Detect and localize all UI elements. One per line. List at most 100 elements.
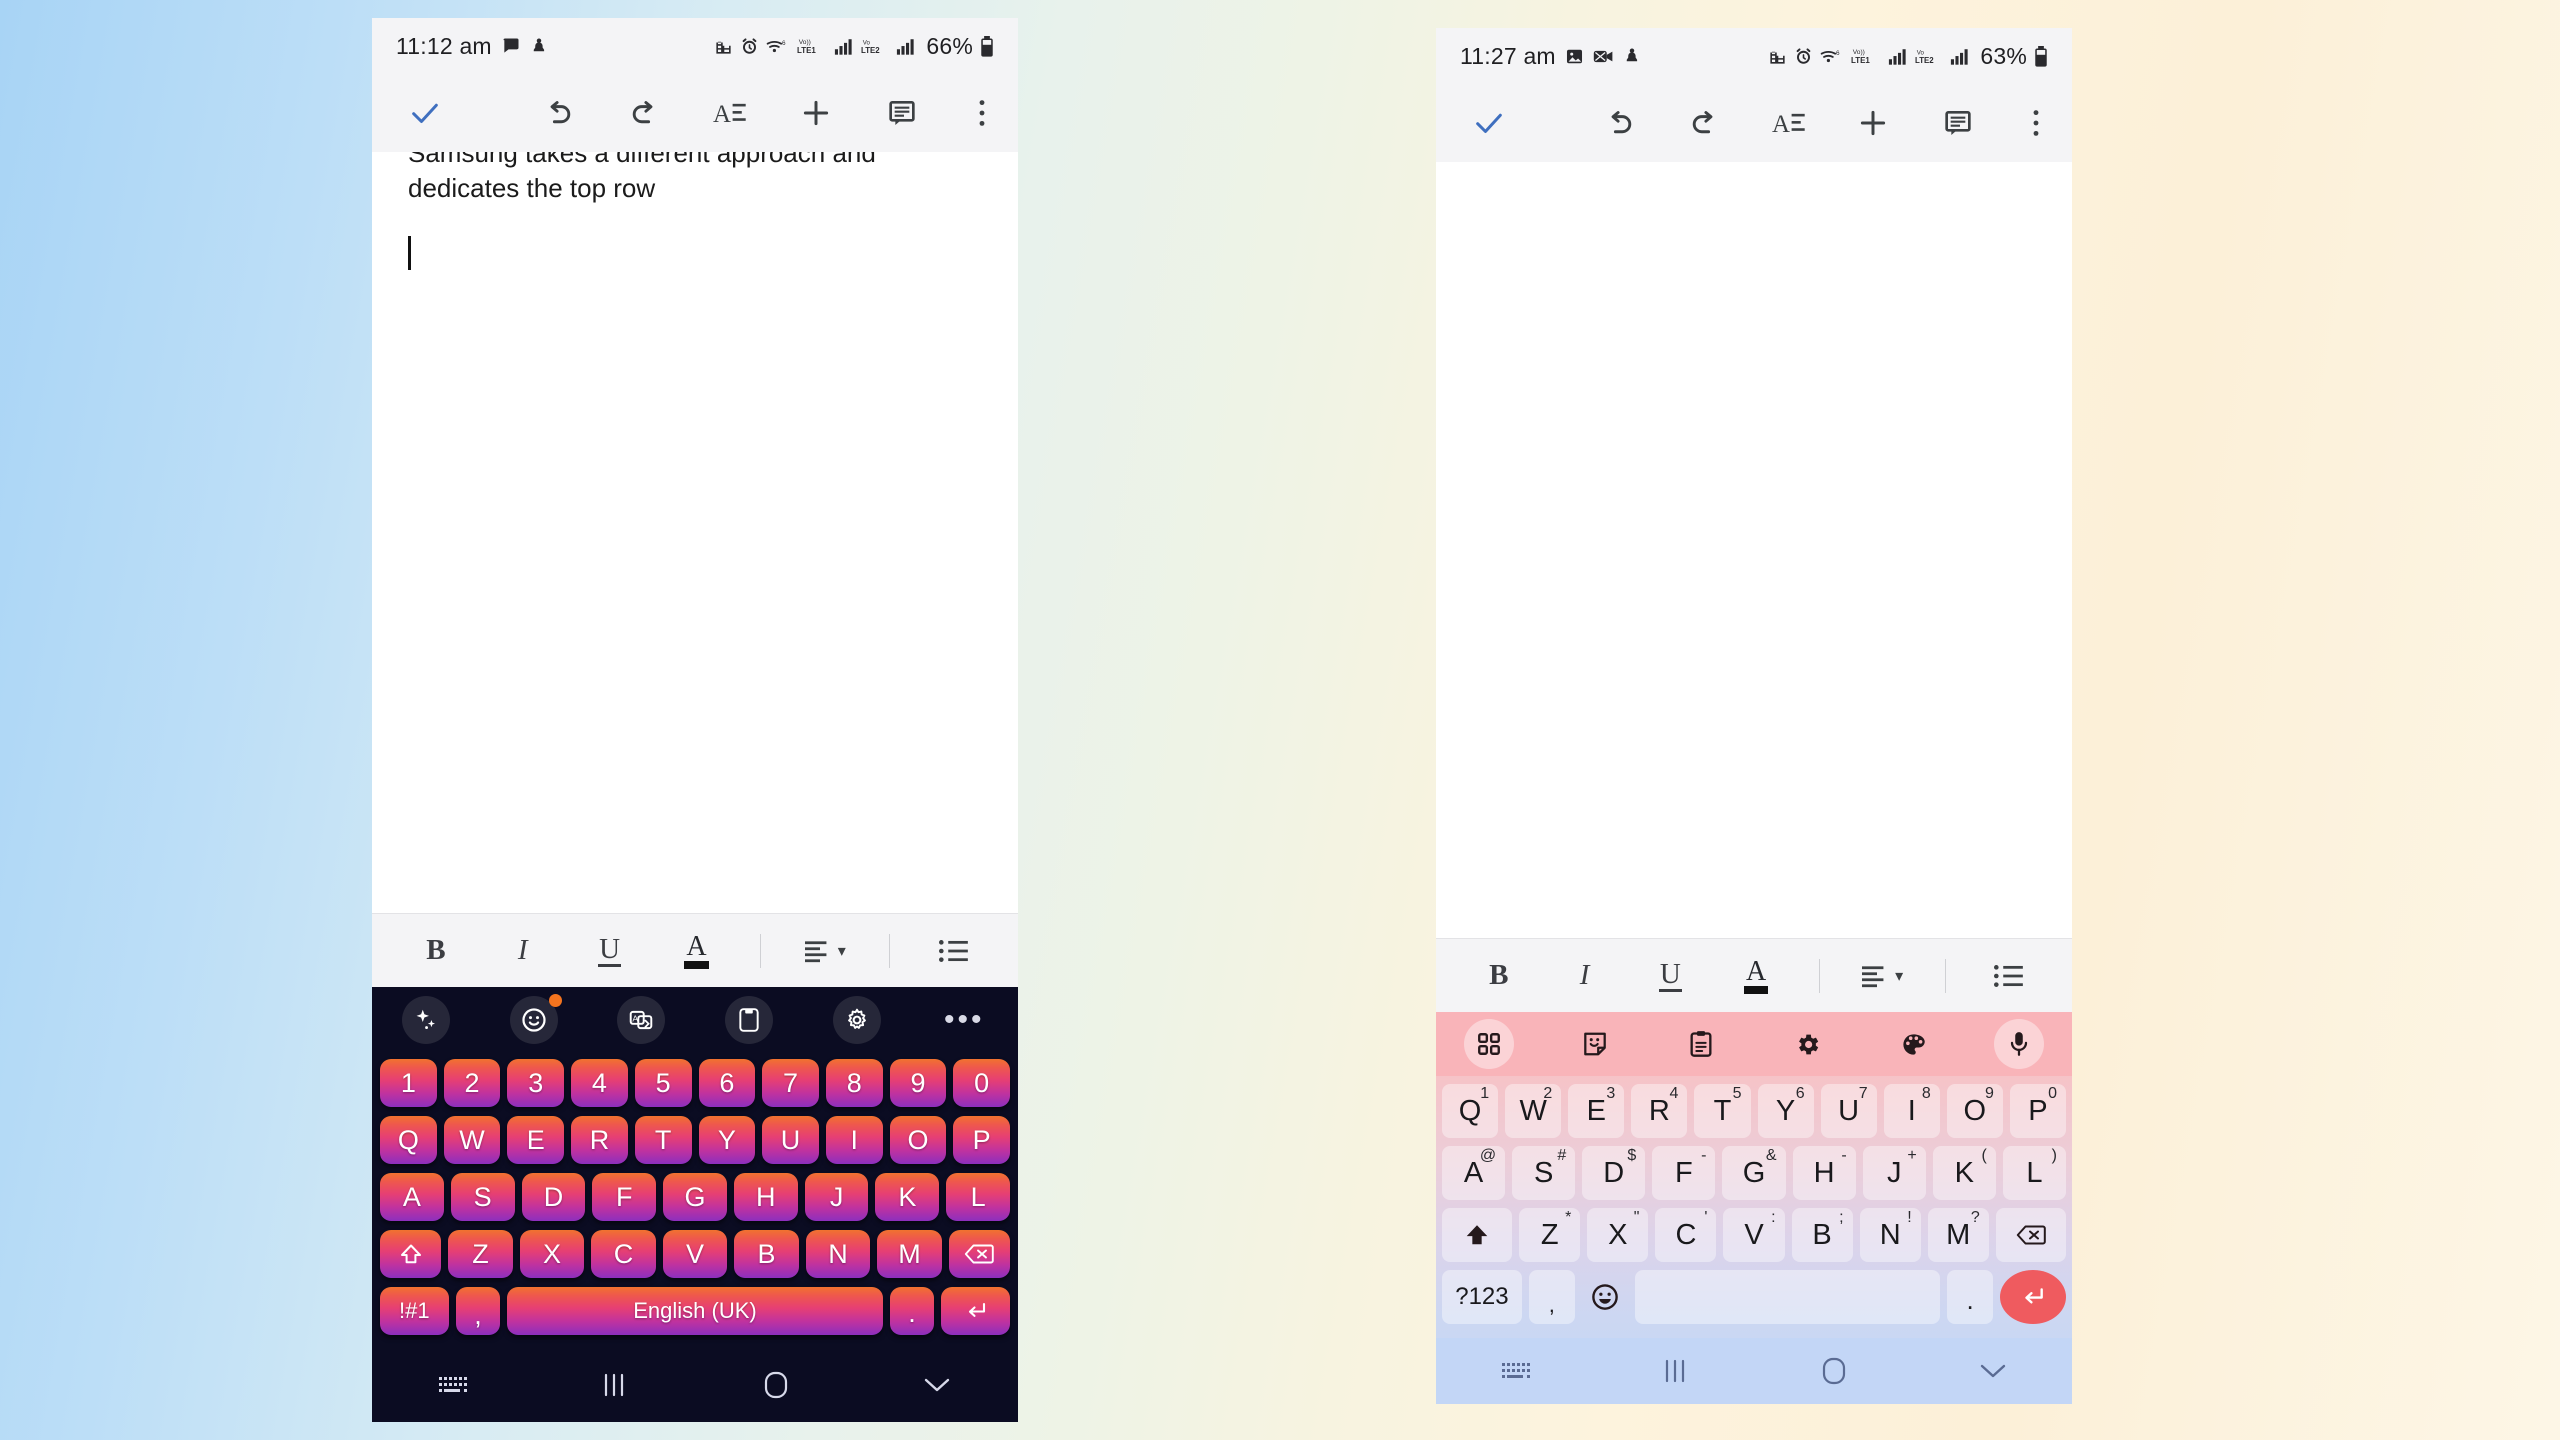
key-R[interactable]: R4 [1631, 1084, 1688, 1138]
settings-gear-icon[interactable] [1754, 1012, 1860, 1076]
space-key[interactable]: English (UK) [507, 1287, 883, 1335]
key-U[interactable]: U [762, 1116, 819, 1164]
palette-icon[interactable] [1860, 1012, 1966, 1076]
key-F[interactable]: F [592, 1173, 657, 1221]
undo-button[interactable] [515, 74, 601, 152]
shift-key[interactable] [1442, 1208, 1513, 1262]
key-4[interactable]: 4 [571, 1059, 628, 1107]
emoji-icon[interactable] [480, 987, 588, 1053]
backspace-key[interactable] [948, 1230, 1011, 1278]
collapse-chevron-icon[interactable] [857, 1348, 1019, 1422]
key-K[interactable]: K( [1932, 1146, 1996, 1200]
key-0[interactable]: 0 [953, 1059, 1011, 1107]
emoji-key[interactable] [1582, 1270, 1628, 1324]
insert-button[interactable] [1831, 84, 1916, 162]
redo-button[interactable] [1662, 84, 1747, 162]
key-J[interactable]: J + [1862, 1146, 1926, 1200]
bulleted-list-button[interactable] [931, 914, 977, 987]
period-key[interactable]: . [1947, 1270, 1994, 1324]
key-2[interactable]: 2 [443, 1059, 501, 1107]
key-N[interactable]: N! [1859, 1208, 1921, 1262]
document-body[interactable]: Samsung takes a different approach and d… [372, 152, 1018, 913]
key-B[interactable]: B [734, 1230, 799, 1278]
key-3[interactable]: 3 [507, 1059, 565, 1107]
space-key[interactable] [1634, 1270, 1941, 1324]
key-Q[interactable]: Q1 [1442, 1084, 1499, 1138]
key-V[interactable]: V [662, 1230, 728, 1278]
key-7[interactable]: 7 [762, 1059, 819, 1107]
key-G[interactable]: G & [1722, 1146, 1786, 1200]
keyboard-hide-icon[interactable] [1436, 1338, 1595, 1404]
key-U[interactable]: U7 [1820, 1084, 1877, 1138]
key-D[interactable]: D [521, 1173, 586, 1221]
done-check-button[interactable] [372, 74, 515, 152]
comment-button[interactable] [859, 74, 945, 152]
key-L[interactable]: L [946, 1173, 1011, 1221]
keyboard-hide-icon[interactable] [372, 1348, 534, 1422]
symbols-key[interactable]: ?123 [1442, 1270, 1522, 1324]
format-button[interactable]: A [1747, 84, 1832, 162]
key-C[interactable]: C ' [1655, 1208, 1717, 1262]
align-button[interactable]: ▾ [802, 914, 848, 987]
key-I[interactable]: I [825, 1116, 883, 1164]
comma-key[interactable]: , [1528, 1270, 1575, 1324]
overflow-menu-button[interactable] [2000, 84, 2072, 162]
grid-apps-icon[interactable] [1436, 1012, 1542, 1076]
bold-button[interactable]: B [413, 914, 459, 987]
recents-icon[interactable] [534, 1348, 696, 1422]
key-S[interactable]: S # [1512, 1146, 1576, 1200]
key-C[interactable]: C [591, 1230, 656, 1278]
italic-button[interactable]: I [1562, 939, 1608, 1012]
align-button[interactable]: ▾ [1860, 939, 1906, 1012]
key-K[interactable]: K [875, 1173, 940, 1221]
key-R[interactable]: R [571, 1116, 628, 1164]
recents-icon[interactable] [1595, 1338, 1754, 1404]
collapse-chevron-icon[interactable] [1913, 1338, 2072, 1404]
redo-button[interactable] [601, 74, 687, 152]
enter-key[interactable] [941, 1287, 1010, 1335]
bulleted-list-button[interactable] [1986, 939, 2032, 1012]
key-1[interactable]: 1 [379, 1059, 437, 1107]
shift-key[interactable] [379, 1230, 442, 1278]
more-horizontal-icon[interactable]: ••• [910, 987, 1018, 1053]
text-color-button[interactable]: A [674, 914, 720, 987]
key-S[interactable]: S [450, 1173, 515, 1221]
comment-button[interactable] [1916, 84, 2001, 162]
done-check-button[interactable] [1436, 84, 1578, 162]
key-B[interactable]: B; [1791, 1208, 1853, 1262]
key-A[interactable]: A [379, 1173, 444, 1221]
key-I[interactable]: I8 [1883, 1084, 1940, 1138]
key-9[interactable]: 9 [889, 1059, 947, 1107]
undo-button[interactable] [1578, 84, 1663, 162]
microphone-icon[interactable] [1966, 1012, 2072, 1076]
key-6[interactable]: 6 [698, 1059, 756, 1107]
key-V[interactable]: V: [1723, 1208, 1785, 1262]
key-L[interactable]: L) [2002, 1146, 2066, 1200]
format-button[interactable]: A [687, 74, 773, 152]
key-E[interactable]: E [507, 1116, 565, 1164]
key-T[interactable]: T5 [1694, 1084, 1751, 1138]
key-F[interactable]: F- [1652, 1146, 1716, 1200]
home-icon[interactable] [695, 1348, 857, 1422]
insert-button[interactable] [773, 74, 859, 152]
key-X[interactable]: X " [1587, 1208, 1649, 1262]
italic-button[interactable]: I [500, 914, 546, 987]
home-icon[interactable] [1754, 1338, 1913, 1404]
key-O[interactable]: O [889, 1116, 947, 1164]
key-T[interactable]: T [634, 1116, 692, 1164]
key-M[interactable]: M [877, 1230, 942, 1278]
key-J[interactable]: J [804, 1173, 869, 1221]
underline-button[interactable]: U [1647, 939, 1693, 1012]
key-P[interactable]: P0 [2009, 1084, 2066, 1138]
clipboard-icon[interactable] [695, 987, 803, 1053]
key-5[interactable]: 5 [634, 1059, 692, 1107]
key-O[interactable]: O9 [1946, 1084, 2003, 1138]
enter-key[interactable] [2000, 1270, 2067, 1324]
key-W[interactable]: W [443, 1116, 501, 1164]
key-D[interactable]: D $ [1582, 1146, 1646, 1200]
translate-icon[interactable]: A [587, 987, 695, 1053]
key-E[interactable]: E3 [1568, 1084, 1625, 1138]
sticker-icon[interactable] [1542, 1012, 1648, 1076]
period-key[interactable]: . [889, 1287, 935, 1335]
bold-button[interactable]: B [1476, 939, 1522, 1012]
